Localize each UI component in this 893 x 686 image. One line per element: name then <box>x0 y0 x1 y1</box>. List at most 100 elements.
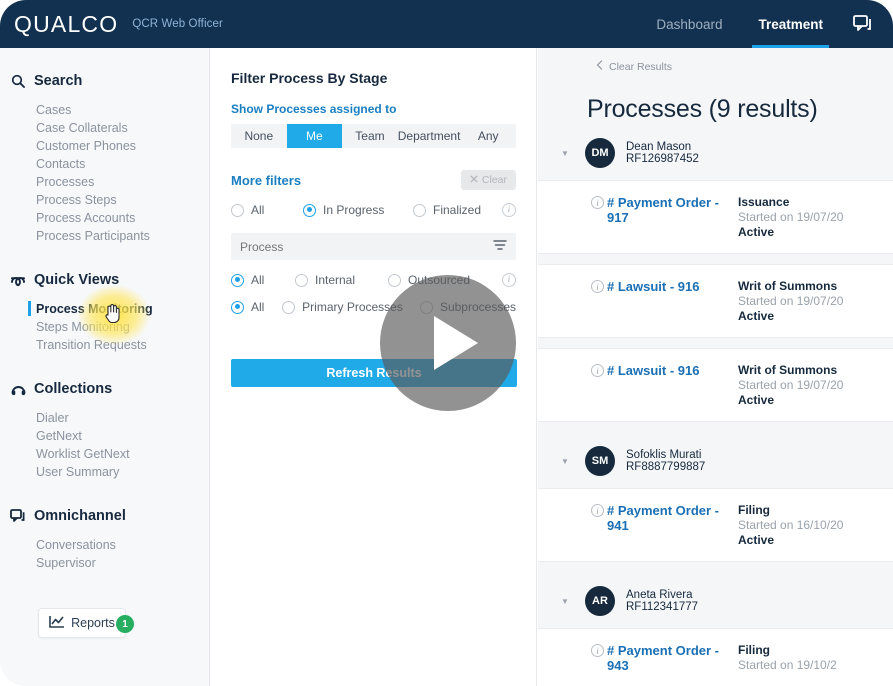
clear-results-link[interactable]: Clear Results <box>538 48 893 73</box>
info-icon[interactable]: i <box>591 364 604 377</box>
info-icon[interactable]: i <box>591 644 604 657</box>
process-start-date: Started on 19/10/2 <box>738 658 893 672</box>
assigned-to-segmented-control: None Me Team Department Any <box>231 124 516 148</box>
info-icon[interactable]: i <box>591 196 604 209</box>
result-group-header[interactable]: ▼ DM Dean Mason RF126987452 <box>538 124 893 180</box>
chevron-down-icon[interactable]: ▼ <box>561 457 573 466</box>
sidebar-item-steps-monitoring[interactable]: Steps Monitoring <box>0 318 209 336</box>
hierarchy-option-label: All <box>251 300 264 314</box>
process-filter-field[interactable] <box>231 233 516 260</box>
filter-panel-title: Filter Process By Stage <box>231 70 516 86</box>
process-link[interactable]: # Lawsuit - 916 <box>607 363 699 378</box>
sidebar-group-label: Quick Views <box>34 272 119 288</box>
sidebar-item-worklist-getnext[interactable]: Worklist GetNext <box>0 445 209 463</box>
assigned-option-me[interactable]: Me <box>287 124 343 148</box>
filter-icon[interactable] <box>493 238 507 256</box>
process-row[interactable]: i # Payment Order - 943 Filing Started o… <box>538 628 893 686</box>
radio-dot <box>231 204 244 217</box>
process-start-date: Started on 16/10/20 <box>738 518 893 532</box>
process-stage: Issuance <box>738 195 893 209</box>
app-window: QUALCO QCR Web Officer Dashboard Treatme… <box>0 0 893 686</box>
info-icon[interactable]: i <box>502 273 516 287</box>
status-option-finalized[interactable]: Finalized <box>413 203 481 217</box>
status-option-label: In Progress <box>323 203 384 217</box>
result-group-header[interactable]: ▼ AR Aneta Rivera RF112341777 <box>538 572 893 628</box>
sidebar-links-omnichannel: Conversations Supervisor <box>0 536 209 572</box>
info-icon[interactable]: i <box>591 504 604 517</box>
sidebar-item-process-steps[interactable]: Process Steps <box>0 191 209 209</box>
hierarchy-option-all[interactable]: All <box>231 300 282 314</box>
sidebar-item-processes[interactable]: Processes <box>0 173 209 191</box>
sidebar-item-dialer[interactable]: Dialer <box>0 409 209 427</box>
process-search-input[interactable] <box>240 240 493 254</box>
status-option-all[interactable]: All <box>231 203 303 217</box>
sidebar-item-process-accounts[interactable]: Process Accounts <box>0 209 209 227</box>
sidebar-links-search: Cases Case Collaterals Customer Phones C… <box>0 101 209 245</box>
radio-dot <box>282 301 295 314</box>
process-detail-cell: Filing Started on 16/10/20 Active <box>738 503 893 547</box>
sidebar: Search Cases Case Collaterals Customer P… <box>0 48 210 686</box>
avatar: AR <box>585 586 615 616</box>
process-link[interactable]: # Payment Order - 943 <box>607 643 738 673</box>
header-nav: Dashboard Treatment <box>638 0 893 48</box>
radio-dot <box>295 274 308 287</box>
person-name: Aneta Rivera <box>626 589 698 601</box>
avatar: SM <box>585 446 615 476</box>
result-group-header[interactable]: ▼ SM Sofoklis Murati RF8887799887 <box>538 432 893 488</box>
chat-icon[interactable] <box>841 0 885 48</box>
process-start-date: Started on 19/07/20 <box>738 294 893 308</box>
process-row[interactable]: i # Lawsuit - 916 Writ of Summons Starte… <box>538 264 893 338</box>
process-link[interactable]: # Payment Order - 941 <box>607 503 738 533</box>
info-icon[interactable]: i <box>502 203 516 217</box>
reports-button[interactable]: Reports <box>38 608 126 638</box>
sidebar-item-conversations[interactable]: Conversations <box>0 536 209 554</box>
clear-filters-button[interactable]: Clear <box>461 170 516 190</box>
sidebar-links-collections: Dialer GetNext Worklist GetNext User Sum… <box>0 409 209 481</box>
sidebar-group-title-omnichannel: Omnichannel <box>0 503 209 529</box>
process-link[interactable]: # Payment Order - 917 <box>607 195 738 225</box>
process-detail-cell: Issuance Started on 19/07/20 Active <box>738 195 893 239</box>
process-start-date: Started on 19/07/20 <box>738 378 893 392</box>
sidebar-group-label: Search <box>34 73 82 89</box>
reports-label: Reports <box>71 616 115 630</box>
person-text: Sofoklis Murati RF8887799887 <box>626 449 705 473</box>
assigned-option-department[interactable]: Department <box>398 124 461 148</box>
sourcing-option-label: All <box>251 273 264 287</box>
sidebar-item-process-participants[interactable]: Process Participants <box>0 227 209 245</box>
process-link[interactable]: # Lawsuit - 916 <box>607 279 699 294</box>
process-row[interactable]: i # Payment Order - 941 Filing Started o… <box>538 488 893 562</box>
process-stage: Writ of Summons <box>738 279 893 293</box>
sidebar-item-user-summary[interactable]: User Summary <box>0 463 209 481</box>
sidebar-item-contacts[interactable]: Contacts <box>0 155 209 173</box>
sidebar-item-transition-requests[interactable]: Transition Requests <box>0 336 209 354</box>
clear-results-label: Clear Results <box>609 61 672 73</box>
sidebar-item-cases[interactable]: Cases <box>0 101 209 119</box>
status-radio-group: All In Progress Finalized i <box>231 203 516 217</box>
sourcing-option-internal[interactable]: Internal <box>295 273 388 287</box>
nav-item-dashboard[interactable]: Dashboard <box>638 0 740 48</box>
nav-item-treatment[interactable]: Treatment <box>740 0 841 48</box>
process-link-cell: i # Payment Order - 917 <box>538 195 738 239</box>
sidebar-group-search: Search Cases Case Collaterals Customer P… <box>0 68 209 245</box>
person-name: Sofoklis Murati <box>626 449 705 461</box>
assigned-option-any[interactable]: Any <box>460 124 516 148</box>
sidebar-item-supervisor[interactable]: Supervisor <box>0 554 209 572</box>
sidebar-item-case-collaterals[interactable]: Case Collaterals <box>0 119 209 137</box>
info-icon[interactable]: i <box>591 280 604 293</box>
sourcing-option-all[interactable]: All <box>231 273 295 287</box>
sidebar-group-collections: Collections Dialer GetNext Worklist GetN… <box>0 376 209 481</box>
process-link-cell: i # Payment Order - 943 <box>538 643 738 673</box>
sidebar-item-process-monitoring[interactable]: Process Monitoring <box>0 300 209 318</box>
sidebar-item-getnext[interactable]: GetNext <box>0 427 209 445</box>
chevron-down-icon[interactable]: ▼ <box>561 149 573 158</box>
play-button-overlay[interactable] <box>380 275 516 411</box>
process-row[interactable]: i # Payment Order - 917 Issuance Started… <box>538 180 893 254</box>
sidebar-item-customer-phones[interactable]: Customer Phones <box>0 137 209 155</box>
assigned-option-team[interactable]: Team <box>342 124 398 148</box>
assigned-option-none[interactable]: None <box>231 124 287 148</box>
close-x-icon <box>470 174 478 186</box>
status-option-in-progress[interactable]: In Progress <box>303 203 413 217</box>
person-reference: RF126987452 <box>626 153 699 165</box>
chevron-down-icon[interactable]: ▼ <box>561 597 573 606</box>
process-row[interactable]: i # Lawsuit - 916 Writ of Summons Starte… <box>538 348 893 422</box>
